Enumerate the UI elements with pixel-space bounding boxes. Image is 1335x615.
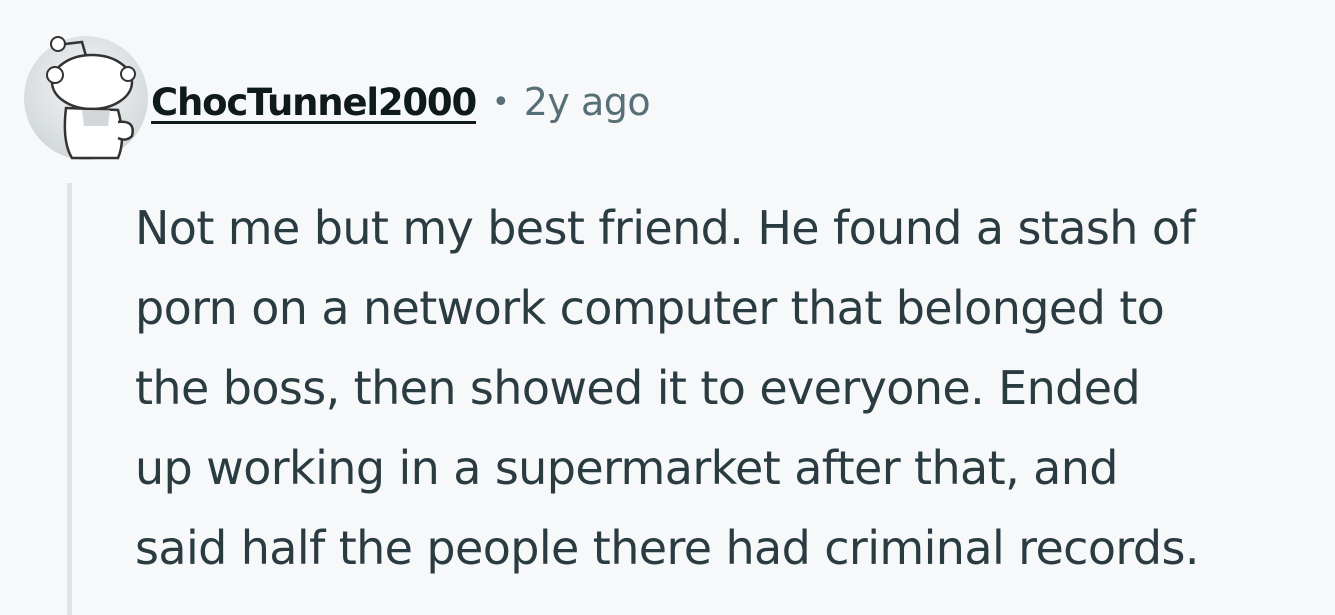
comment: ChocTunnel2000 • 2y ago Not me but my be…	[0, 0, 1335, 615]
comment-body-line: said half the people there had criminal …	[135, 521, 1199, 575]
comment-body-line: the boss, then showed it to everyone. En…	[135, 361, 1141, 415]
comment-body: Not me but my best friend. He found a st…	[135, 188, 1330, 588]
meta-separator: •	[492, 84, 510, 120]
author-username-link[interactable]: ChocTunnel2000	[151, 81, 477, 124]
comment-header: ChocTunnel2000 • 2y ago	[151, 72, 651, 132]
thread-collapse-line[interactable]	[67, 183, 72, 615]
snoo-avatar-icon[interactable]	[22, 30, 150, 160]
comment-body-line: Not me but my best friend. He found a st…	[135, 201, 1196, 255]
comment-body-line: up working in a supermarket after that, …	[135, 441, 1118, 495]
comment-timestamp[interactable]: 2y ago	[524, 80, 651, 124]
comment-body-line: porn on a network computer that belonged…	[135, 281, 1165, 335]
